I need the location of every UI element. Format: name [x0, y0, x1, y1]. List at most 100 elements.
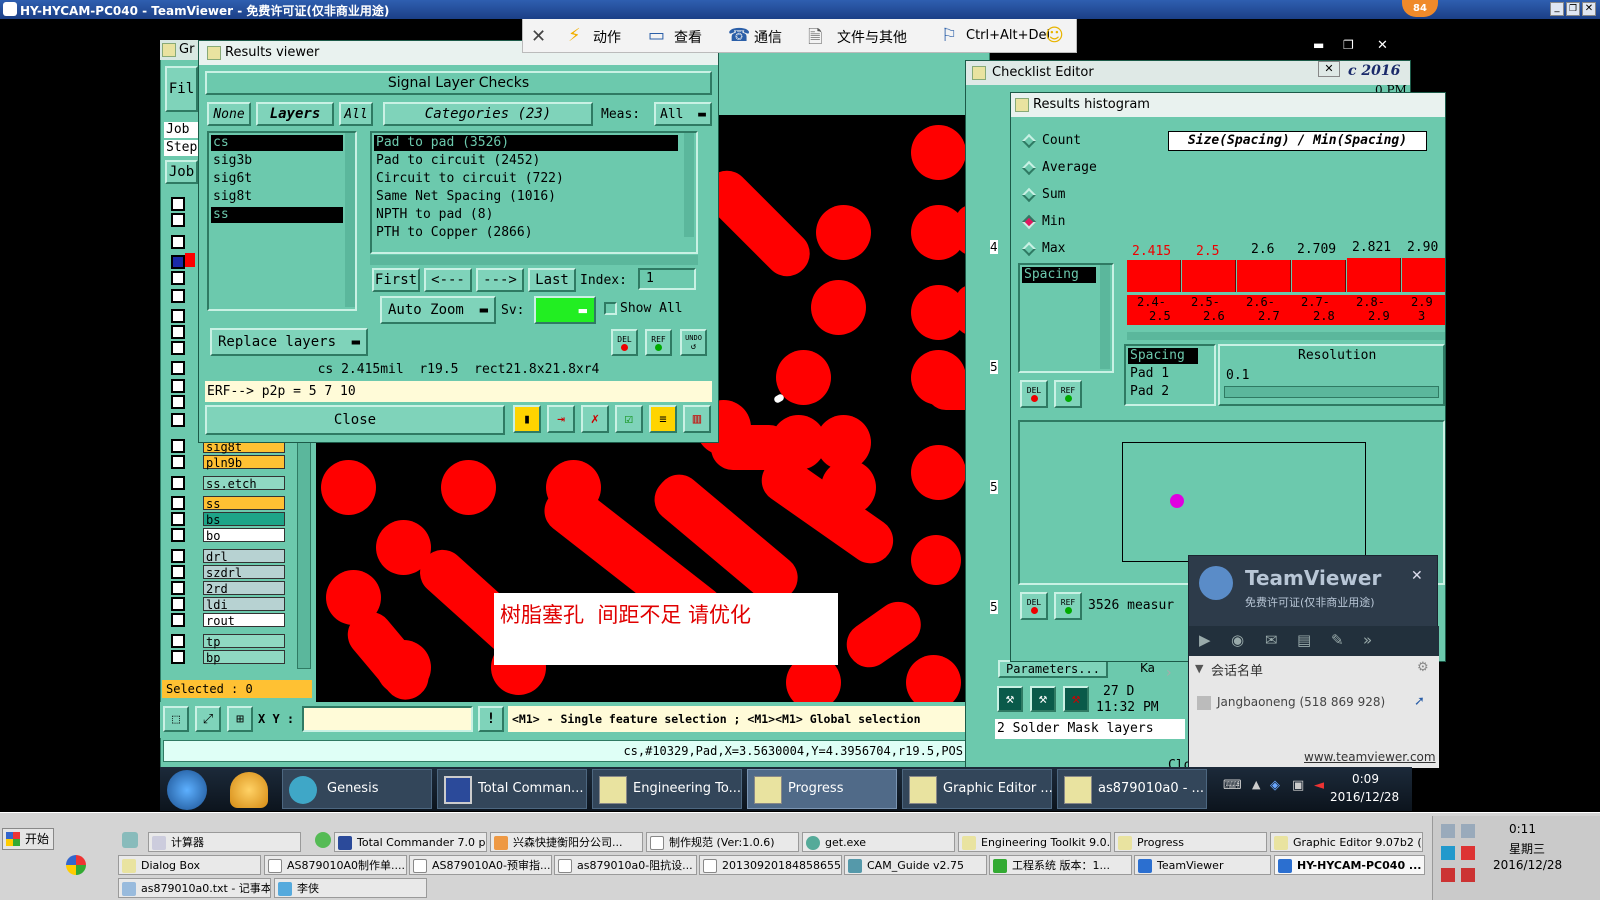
local-task-progress[interactable]: Progress: [1114, 832, 1267, 852]
grid-tool-icon[interactable]: ⊞: [227, 706, 253, 732]
close-button-results[interactable]: Close: [205, 405, 505, 435]
layer-ss[interactable]: ss: [203, 496, 285, 511]
layer-checkbox[interactable]: [171, 496, 185, 510]
pen-icon[interactable]: ✎: [1331, 631, 1344, 649]
local-task-eng-system[interactable]: 工程系统 版本：1...: [989, 855, 1132, 875]
spacing-list-item[interactable]: Spacing: [1128, 348, 1198, 364]
quicklaunch-icon[interactable]: [315, 832, 331, 848]
layer-checkbox[interactable]: [171, 613, 185, 627]
radio-sum[interactable]: Sum: [1021, 186, 1122, 206]
histogram-hscrollbar[interactable]: [1127, 332, 1445, 340]
layer-checkbox[interactable]: [171, 455, 185, 469]
layer-checkbox[interactable]: [171, 197, 185, 211]
chat-icon[interactable]: ✉: [1265, 631, 1278, 649]
sv-color-dropdown[interactable]: ▬: [534, 296, 596, 324]
layer-ldi[interactable]: ldi: [203, 597, 285, 612]
headset-icon[interactable]: ◉: [1231, 631, 1244, 649]
tray-icon[interactable]: [1441, 824, 1455, 838]
layer-checkbox[interactable]: [171, 325, 185, 339]
replace-layers-dropdown[interactable]: Replace layers ▬: [210, 328, 368, 356]
spacing-list-item[interactable]: Pad 1: [1128, 366, 1198, 382]
layer-list-item[interactable]: ss: [211, 207, 343, 223]
tray-icon[interactable]: [1461, 846, 1475, 860]
layer-checkbox[interactable]: [171, 549, 185, 563]
zoom-tool-icon[interactable]: ⤢: [195, 706, 221, 732]
tool-icon-1[interactable]: ⚒: [997, 686, 1023, 712]
menu-comms[interactable]: 通信: [754, 27, 782, 47]
category-item[interactable]: Pad to pad (3526): [374, 135, 678, 151]
local-task-lixia[interactable]: 李侠: [274, 878, 427, 898]
close-session-icon[interactable]: ✕: [531, 26, 546, 47]
alert-button[interactable]: !: [478, 706, 504, 732]
layer-rout[interactable]: rout: [203, 613, 285, 628]
spacing-list-item[interactable]: Pad 2: [1128, 384, 1198, 400]
show-all-checkbox[interactable]: [604, 302, 617, 315]
report-icon[interactable]: ≡: [649, 405, 677, 433]
local-task-teamviewer[interactable]: TeamViewer: [1134, 855, 1271, 875]
none-button[interactable]: None: [207, 102, 251, 126]
green-box-icon[interactable]: ☑: [615, 405, 643, 433]
local-task-2013[interactable]: 20130920184858655...: [699, 855, 842, 875]
layer-ss-etch[interactable]: ss.etch: [203, 476, 285, 491]
notification-badge[interactable]: 84: [1402, 0, 1438, 17]
radio-min[interactable]: Min: [1021, 213, 1122, 233]
teamviewer-tray-icon[interactable]: ◈: [1270, 778, 1280, 793]
layer-list-item[interactable]: sig8t: [211, 189, 343, 205]
layer-checkbox[interactable]: [171, 634, 185, 648]
tray-arrow-icon[interactable]: ▲: [1252, 778, 1260, 791]
tray-icon[interactable]: [1461, 868, 1475, 882]
menu-actions[interactable]: 动作: [593, 27, 621, 47]
index-input[interactable]: 1: [638, 268, 696, 290]
next-button[interactable]: --->: [476, 268, 524, 292]
hist-ref-button[interactable]: REF: [1054, 380, 1082, 408]
layer-checkbox[interactable]: [171, 565, 185, 579]
histogram-icon[interactable]: ▥: [683, 405, 711, 433]
settings-gear-icon[interactable]: ⚙: [1417, 660, 1429, 675]
video-icon[interactable]: ▶: [1199, 631, 1211, 649]
quicklaunch-icon[interactable]: [122, 832, 138, 848]
remote-task-progress[interactable]: Progress: [747, 769, 897, 809]
layer-list-scrollbar[interactable]: [345, 133, 355, 307]
layer-pln9b[interactable]: pln9b: [203, 455, 285, 470]
job-button[interactable]: Job: [165, 160, 198, 184]
local-task-total-commander[interactable]: Total Commander 7.0 p...: [334, 832, 487, 852]
category-item[interactable]: Circuit to circuit (722): [374, 171, 678, 187]
minimize-button[interactable]: ▬: [1313, 38, 1324, 52]
layer-drl[interactable]: drl: [203, 549, 285, 564]
local-task-as879-precheck[interactable]: AS879010A0-预审指...: [409, 855, 552, 875]
local-task-hy-hycam[interactable]: HY-HYCAM-PC040 ...: [1274, 855, 1425, 875]
local-task-graphic-editor[interactable]: Graphic Editor 9.07b2 (...: [1270, 832, 1423, 852]
layer-checkbox[interactable]: [171, 255, 185, 269]
local-task-as879-order[interactable]: AS879010A0制作单....: [264, 855, 407, 875]
auto-zoom-dropdown[interactable]: Auto Zoom ▬: [380, 296, 496, 324]
layer-checkbox[interactable]: [171, 341, 185, 355]
radio-count[interactable]: Count: [1021, 132, 1122, 152]
tray-icon[interactable]: [1441, 868, 1455, 882]
layer-scrollbar[interactable]: [297, 433, 311, 669]
first-button[interactable]: First: [372, 268, 420, 292]
layers-button[interactable]: Layers: [256, 102, 334, 126]
menu-view[interactable]: 查看: [674, 27, 702, 47]
checklist-close-icon[interactable]: ✕: [1318, 61, 1340, 77]
layer-checkbox[interactable]: [171, 271, 185, 285]
layer-checkbox[interactable]: [171, 439, 185, 453]
tv-panel-toggle-icon[interactable]: ›: [1166, 665, 1186, 685]
resolution-slider[interactable]: [1224, 386, 1439, 398]
quicklaunch-icon[interactable]: [66, 855, 86, 875]
layer-checkbox[interactable]: [171, 361, 185, 375]
layer-checkbox[interactable]: [171, 581, 185, 595]
layer-checkbox[interactable]: [171, 379, 185, 393]
close-button[interactable]: ✕: [1377, 38, 1388, 53]
preview-ref-button[interactable]: REF: [1054, 592, 1082, 620]
category-item[interactable]: Same Net Spacing (1016): [374, 189, 678, 205]
expand-arrow-icon[interactable]: ▼: [1195, 662, 1203, 675]
local-task-spec[interactable]: 制作规范 (Ver:1.0.6): [646, 832, 799, 852]
tv-link[interactable]: www.teamviewer.com: [1304, 750, 1436, 764]
files-icon[interactable]: ▤: [1297, 631, 1311, 649]
local-task-get[interactable]: get.exe: [802, 832, 955, 852]
local-task-notepad[interactable]: as879010a0.txt - 记事本: [118, 878, 271, 898]
smiley-icon[interactable]: ☺: [1045, 25, 1064, 46]
tool-icon-2[interactable]: ⚒: [1030, 686, 1056, 712]
layer-checkbox[interactable]: [171, 512, 185, 526]
remote-task-engineering[interactable]: Engineering To...: [592, 769, 742, 809]
